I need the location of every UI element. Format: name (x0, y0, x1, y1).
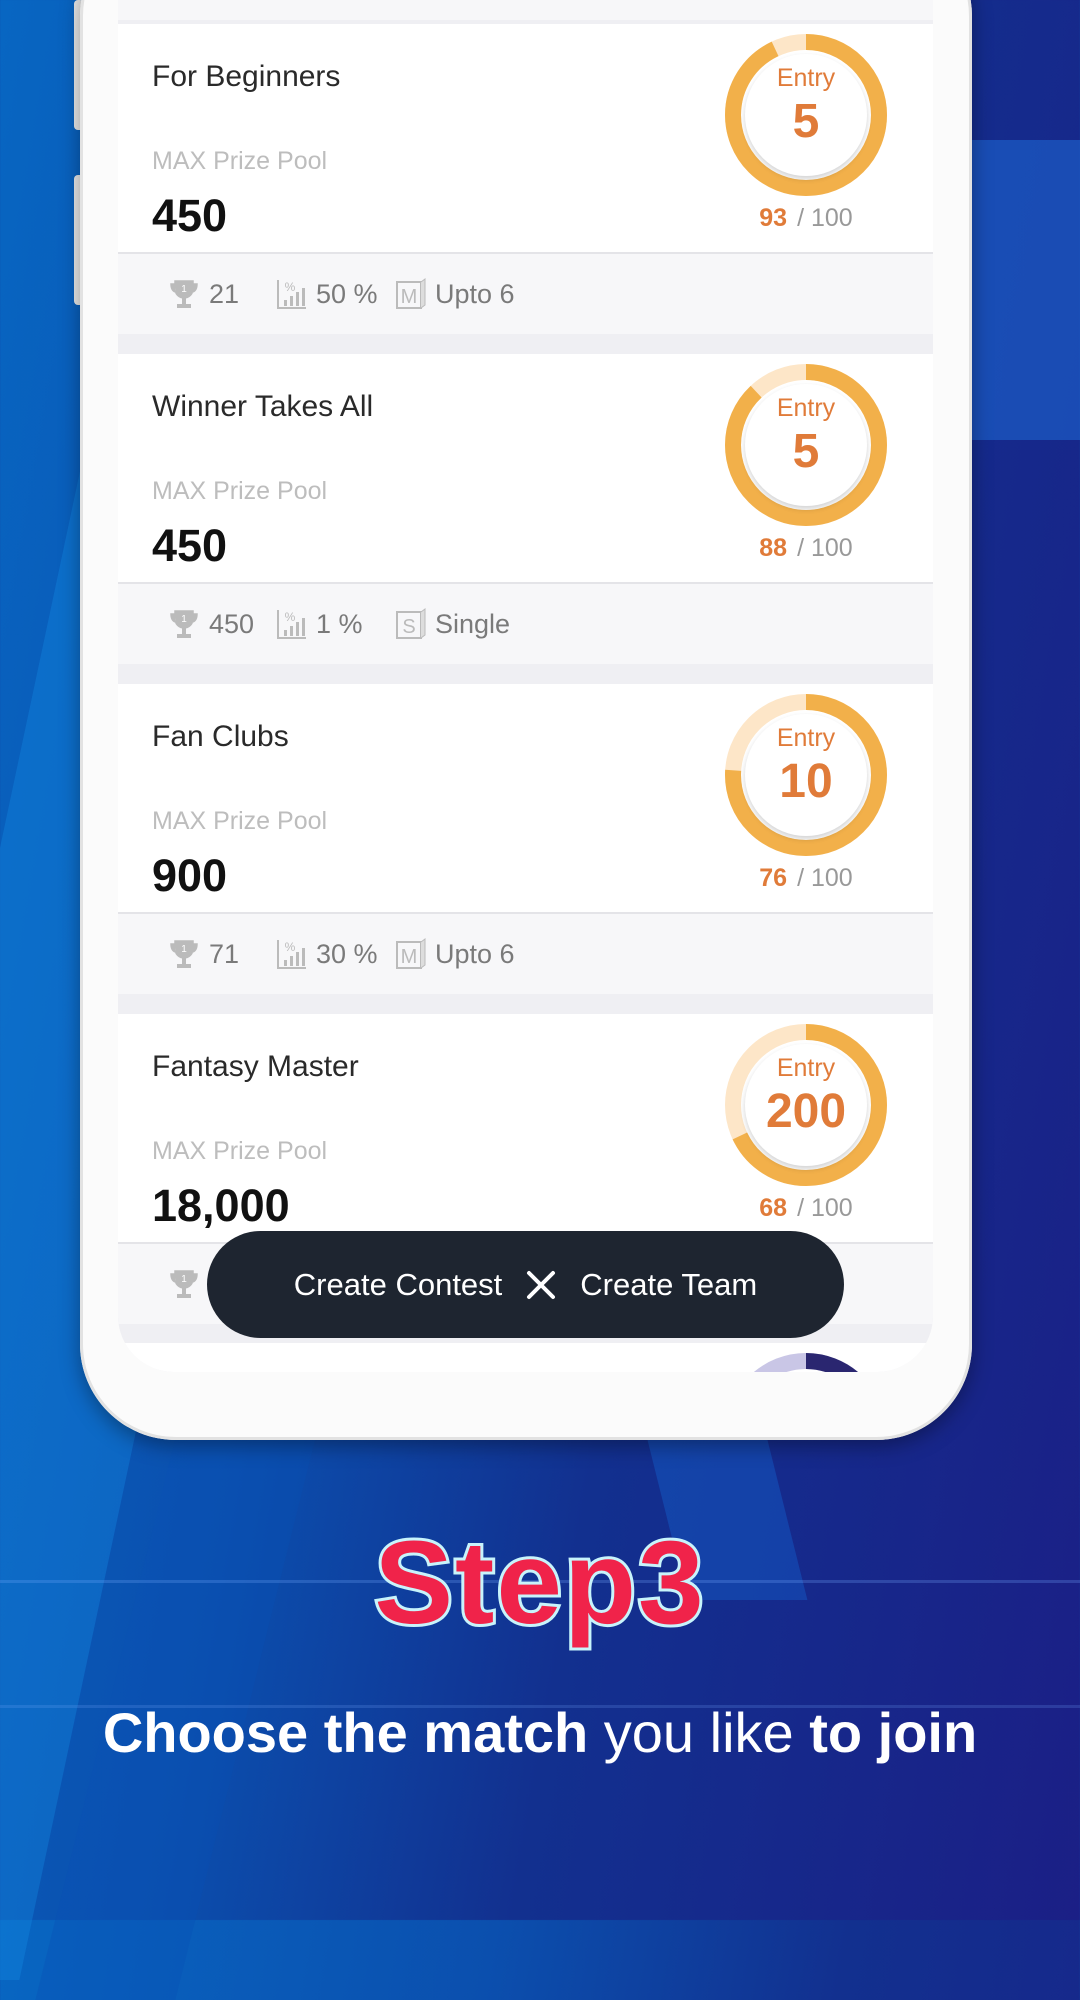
contest-card-main[interactable]: Fan Clubs MAX Prize Pool 900 Entry 10 76… (118, 684, 933, 914)
prize-pool-amount: 900 (152, 850, 228, 901)
caption-bold-2: to join (809, 1701, 978, 1764)
spots-total: / 100 (797, 864, 853, 892)
svg-text:%: % (285, 610, 296, 624)
percent-chart-icon: % (276, 608, 306, 640)
contest-title: For Beginners (152, 60, 341, 93)
multi-entry-icon: M (395, 938, 426, 970)
contest-card-footer: 1 450% 1 % S Single (118, 584, 933, 664)
spots-total: / 100 (797, 204, 853, 232)
spots-joined: 76 (759, 864, 788, 892)
contest-card-footer: 1 21% 50 % M Upto 6 (118, 254, 933, 334)
spots-joined: 93 (759, 204, 788, 232)
entry-fee-badge: Entry 5 (745, 384, 867, 506)
win-percent-info: % 50 % (276, 278, 378, 310)
contest-card-main[interactable]: Winner Takes All MAX Prize Pool 450 Entr… (118, 354, 933, 584)
svg-text:%: % (285, 940, 296, 954)
svg-text:M: M (401, 946, 418, 968)
spots-joined: 68 (759, 1194, 788, 1222)
winners-info: 1 71 (169, 938, 239, 970)
spots-joined: 88 (759, 534, 788, 562)
prize-pool-amount: 18,000 (152, 1180, 290, 1231)
svg-text:%: % (285, 280, 296, 294)
entry-fee: 5 (792, 425, 820, 478)
entry-fee-ring[interactable]: Entry 200 (725, 1024, 887, 1186)
winners-info: 1 21 (169, 278, 239, 310)
entry-fee-badge: Entry 200 (745, 1044, 867, 1166)
entry-fee-ring[interactable]: Entry 10 (725, 694, 887, 856)
winners-count: 21 (209, 278, 240, 309)
entry-ring-partial (753, 1353, 859, 1372)
prev-card-footer (118, 0, 933, 20)
team-type-info: M Upto 6 (395, 278, 515, 310)
svg-text:M: M (401, 286, 418, 308)
entry-fee: 200 (765, 1085, 847, 1138)
single-entry-icon: S (395, 608, 426, 640)
trophy-icon: 1 (169, 608, 199, 640)
create-team-button[interactable]: Create Team (580, 1267, 757, 1303)
team-type-info: S Single (395, 608, 510, 640)
winners-count: 71 (209, 938, 240, 969)
svg-text:S: S (402, 616, 415, 638)
contest-title: Fan Clubs (152, 720, 289, 753)
multi-entry-icon: M (395, 278, 426, 310)
svg-text:1: 1 (181, 614, 187, 625)
spots-count: 88 / 100 (725, 534, 887, 563)
win-percent: 30 % (316, 938, 378, 969)
entry-fee: 10 (779, 755, 833, 808)
team-type: Single (435, 608, 511, 639)
spots-count: 68 / 100 (725, 1194, 887, 1223)
percent-chart-icon: % (276, 938, 306, 970)
svg-text:1: 1 (181, 944, 187, 955)
entry-label: Entry (776, 1054, 836, 1082)
team-type: Upto 6 (435, 938, 515, 969)
entry-fee: 5 (792, 95, 820, 148)
spots-count: 93 / 100 (725, 204, 887, 233)
contest-title: Fantasy Master (152, 1050, 359, 1083)
promo-caption: Choose the match you like to join (0, 1700, 1080, 1765)
win-percent-info: % 1 % (276, 608, 363, 640)
create-contest-team-bar: Create Contest Create Team (207, 1231, 844, 1338)
entry-fee-ring[interactable]: Entry 5 (725, 364, 887, 526)
winners-info: 1 450 (169, 608, 254, 640)
winners-count: 450 (209, 608, 255, 639)
svg-text:1: 1 (181, 1274, 187, 1285)
prize-pool-amount: 450 (152, 190, 228, 241)
trophy-icon: 1 (169, 1268, 199, 1300)
prize-pool-label: MAX Prize Pool (152, 147, 328, 175)
contest-card-main[interactable]: For Beginners MAX Prize Pool 450 Entry 5… (118, 24, 933, 254)
entry-fee-ring[interactable]: Entry 5 (725, 34, 887, 196)
close-x-icon[interactable] (524, 1268, 558, 1302)
win-percent-info: % 30 % (276, 938, 378, 970)
create-contest-button[interactable]: Create Contest (294, 1267, 503, 1303)
entry-label: Entry (776, 64, 836, 92)
percent-chart-icon: % (276, 278, 306, 310)
trophy-icon: 1 (169, 938, 199, 970)
contest-card-footer: 1 71% 30 % M Upto 6 (118, 914, 933, 994)
prize-pool-label: MAX Prize Pool (152, 477, 328, 505)
step-title: Step3 (371, 1514, 706, 1652)
spots-total: / 100 (797, 1194, 853, 1222)
svg-text:1: 1 (181, 284, 187, 295)
phone-screen: For Beginners MAX Prize Pool 450 Entry 5… (118, 0, 933, 1372)
prize-pool-amount: 450 (152, 520, 228, 571)
win-percent: 1 % (316, 608, 363, 639)
entry-label: Entry (776, 724, 836, 752)
win-percent: 50 % (316, 278, 378, 309)
spots-count: 76 / 100 (725, 864, 887, 893)
contest-card-partial[interactable] (118, 1343, 933, 1372)
contest-title: Winner Takes All (152, 390, 374, 423)
prize-pool-label: MAX Prize Pool (152, 807, 328, 835)
entry-fee-badge: Entry 5 (745, 54, 867, 176)
contest-card-main[interactable]: Fantasy Master MAX Prize Pool 18,000 Ent… (118, 1014, 933, 1244)
team-type: Upto 6 (435, 278, 515, 309)
trophy-icon: 1 (169, 278, 199, 310)
team-type-info: M Upto 6 (395, 938, 515, 970)
entry-label: Entry (776, 394, 836, 422)
caption-bold-1: Choose the match (102, 1701, 589, 1764)
caption-light: you like (603, 1701, 794, 1764)
prize-pool-label: MAX Prize Pool (152, 1137, 328, 1165)
entry-fee-badge: Entry 10 (745, 714, 867, 836)
spots-total: / 100 (797, 534, 853, 562)
